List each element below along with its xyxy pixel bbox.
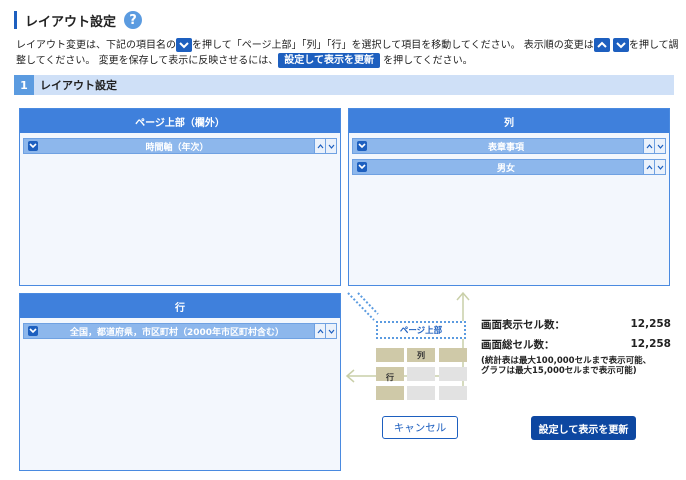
note-line: (統計表は最大100,000セルまで表示可能、 [481,356,652,366]
chevron-down-icon [657,144,663,149]
move-up-button[interactable] [314,139,325,153]
move-up-button[interactable] [314,324,325,338]
chevron-up-icon [317,328,323,333]
list-item[interactable]: 全国，都道府県，市区町村（2000年市区町村含む） [23,323,337,339]
diagram-cell [439,348,467,362]
diagram-cell [439,386,467,400]
list-item[interactable]: 男女 [352,159,666,175]
layout-diagram: ページ上部 列 行 [344,290,474,410]
section-label: レイアウト設定 [40,79,117,92]
chevron-up-icon [646,143,652,148]
page-top-panel-title: ページ上部（欄外） [20,109,340,133]
chevron-down-icon [28,141,38,151]
section-number: 1 [14,75,34,95]
diagram-cell [407,367,435,381]
diagram-cell [439,367,467,381]
page-header: レイアウト設定 ? [14,10,143,30]
display-cells-value: 12,258 [630,318,671,330]
chevron-down-icon [328,144,334,149]
inline-update-chip: 設定して表示を更新 [278,53,380,68]
diagram-cell [376,386,404,400]
dropdown-toggle[interactable] [26,324,40,338]
section-header: 1 レイアウト設定 [14,75,674,95]
move-down-button[interactable] [654,139,665,153]
move-down-button[interactable] [325,139,336,153]
page-title: レイアウト設定 [25,14,117,30]
display-cells-label: 画面表示セル数： [481,318,565,331]
cancel-button[interactable]: キャンセル [382,416,458,439]
instructions-text: を押してください。 [383,55,473,67]
dropdown-toggle[interactable] [355,139,369,153]
diagram-cell [407,386,435,400]
row-panel-title: 行 [20,294,340,318]
list-item[interactable]: 時間軸（年次） [23,138,337,154]
chevron-down-icon [28,326,38,336]
column-panel-title: 列 [349,109,669,133]
diagram-page-top-label: ページ上部 [376,321,466,339]
cell-stats: 画面表示セル数： 12,258 画面総セル数： 12,258 (統計表は最大10… [481,314,671,376]
chevron-down-icon [657,165,663,170]
title-accent-bar [14,11,17,29]
display-cells-row: 画面表示セル数： 12,258 [481,314,671,334]
chevron-up-icon [593,38,610,52]
list-item-label: 男女 [496,163,515,174]
chevron-up-icon [317,143,323,148]
update-display-button[interactable]: 設定して表示を更新 [531,416,636,440]
chevron-down-icon [612,38,629,52]
list-item-label: 表章事項 [487,142,524,153]
list-item-label: 時間軸（年次） [145,142,209,153]
dropdown-toggle[interactable] [26,139,40,153]
chevron-down-icon [357,162,367,172]
total-cells-row: 画面総セル数： 12,258 [481,334,671,354]
chevron-down-icon [357,141,367,151]
move-up-button[interactable] [643,160,654,174]
note-line: グラフは最大15,000セルまで表示可能) [481,366,637,376]
page-top-panel[interactable]: ページ上部（欄外） 時間軸（年次） [19,108,341,286]
diagram-row-label: 行 [386,372,394,382]
column-panel[interactable]: 列 表章事項 男女 [348,108,670,286]
instructions-text: を押して調 [628,40,679,51]
chevron-down-icon [328,329,334,334]
list-item-label: 全国，都道府県，市区町村（2000年市区町村含む） [69,327,285,338]
diagram-column-label: 列 [407,348,435,362]
list-item[interactable]: 表章事項 [352,138,666,154]
instructions-text: レイアウト変更は、下記の項目名の [16,40,176,51]
row-panel[interactable]: 行 全国，都道府県，市区町村（2000年市区町村含む） [19,293,341,471]
diagram-cell [376,348,404,362]
chevron-down-icon [176,38,192,52]
dropdown-toggle[interactable] [355,160,369,174]
cell-limit-note: (統計表は最大100,000セルまで表示可能、 グラフは最大15,000セルまで… [481,356,671,376]
total-cells-value: 12,258 [630,338,671,350]
instructions-line-2: 整してください。 変更を保存して表示に反映させるには、 設定して表示を更新 を押し… [16,53,680,69]
instructions-text: 整してください。 変更を保存して表示に反映させるには、 [16,55,279,67]
help-icon[interactable]: ? [124,11,143,29]
move-down-button[interactable] [325,324,336,338]
instructions-text: を押して「ページ上部」「列」「行」を選択して項目を移動してください。 表示順の変… [192,40,594,51]
move-up-button[interactable] [643,139,654,153]
instructions-line-1: レイアウト変更は、下記の項目名の を押して「ページ上部」「列」「行」を選択して項目… [16,38,680,53]
chevron-up-icon [646,164,652,169]
move-down-button[interactable] [654,160,665,174]
total-cells-label: 画面総セル数： [481,338,555,351]
